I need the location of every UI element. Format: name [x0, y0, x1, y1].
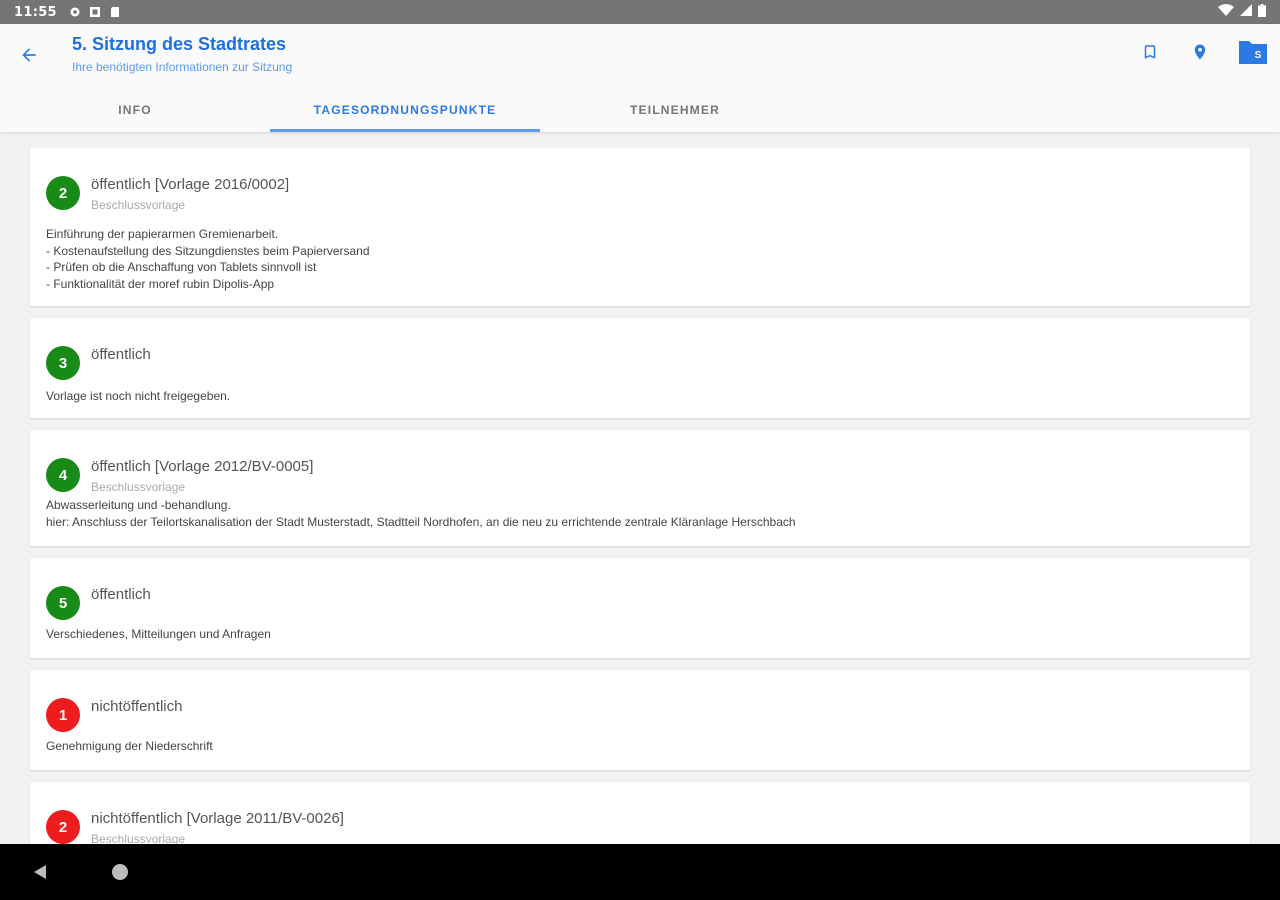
notification-icon: [89, 6, 101, 18]
agenda-item[interactable]: 3 öffentlich Vorlage ist noch nicht frei…: [30, 318, 1250, 418]
folder-badge-letter: S: [1254, 49, 1262, 61]
tab-bar: INFO TAGESORDNUNGSPUNKTE TEILNEHMER: [0, 88, 1280, 132]
page-title: 5. Sitzung des Stadtrates: [72, 34, 287, 54]
agenda-item-description: Vorlage ist noch nicht freigegeben.: [46, 389, 231, 403]
agenda-item-title: nichtöffentlich [Vorlage 2011/BV-0026]: [91, 810, 344, 827]
arrow-back-icon: [22, 48, 36, 62]
agenda-item-title: nichtöffentlich: [91, 698, 183, 715]
wifi-icon: [1218, 4, 1234, 20]
folder-icon: [1239, 41, 1267, 64]
agenda-item[interactable]: 2 nichtöffentlich [Vorlage 2011/BV-0026]…: [30, 782, 1250, 844]
agenda-number-badge: 2: [46, 810, 80, 844]
agenda-item[interactable]: 2 öffentlich [Vorlage 2016/0002] Beschlu…: [30, 148, 1250, 306]
agenda-item-title: öffentlich: [91, 346, 151, 363]
agenda-number-badge: 4: [46, 458, 80, 492]
agenda-list: 2 öffentlich [Vorlage 2016/0002] Beschlu…: [0, 132, 1280, 844]
location-button[interactable]: [1186, 38, 1214, 66]
documents-folder-button[interactable]: S: [1236, 38, 1270, 66]
agenda-item-type: Beschlussvorlage: [91, 832, 186, 844]
agenda-item[interactable]: 1 nichtöffentlich Genehmigung der Nieder…: [30, 670, 1250, 770]
agenda-number-badge: 5: [46, 586, 80, 620]
tab-teilnehmer[interactable]: TEILNEHMER: [540, 88, 810, 132]
agenda-item[interactable]: 5 öffentlich Verschiedenes, Mitteilungen…: [30, 558, 1250, 658]
agenda-item-description: Abwasserleitung und -behandlung. hier: A…: [46, 498, 796, 529]
system-nav-bar: [0, 844, 1280, 900]
nav-home-button[interactable]: [112, 864, 128, 880]
tab-tagesordnungspunkte[interactable]: TAGESORDNUNGSPUNKTE: [270, 88, 540, 132]
agenda-item-title: öffentlich: [91, 586, 151, 603]
agenda-item-type: Beschlussvorlage: [91, 480, 186, 494]
agenda-number-badge: 3: [46, 346, 80, 380]
status-time: 11:55: [14, 4, 57, 20]
battery-icon: [1258, 3, 1266, 21]
back-button[interactable]: [14, 40, 44, 70]
agenda-number-badge: 1: [46, 698, 80, 732]
agenda-item-type: Beschlussvorlage: [91, 198, 186, 212]
location-pin-icon: [1194, 44, 1206, 60]
agenda-item-title: öffentlich [Vorlage 2012/BV-0005]: [91, 458, 314, 475]
agenda-number-badge: 2: [46, 176, 80, 210]
signal-icon: [1240, 4, 1252, 20]
status-bar: 11:55: [0, 0, 1280, 24]
agenda-item-title: öffentlich [Vorlage 2016/0002]: [91, 176, 290, 193]
agenda-item-description: Einführung der papierarmen Gremienarbeit…: [46, 227, 370, 291]
agenda-item-description: Verschiedenes, Mitteilungen und Anfragen: [46, 627, 271, 641]
triangle-back-icon: [34, 865, 46, 879]
app-bar: 5. Sitzung des Stadtrates Ihre benötigte…: [0, 24, 1280, 132]
sd-card-icon: [109, 6, 121, 18]
bookmark-button[interactable]: [1136, 38, 1164, 66]
agenda-item[interactable]: 4 öffentlich [Vorlage 2012/BV-0005] Besc…: [30, 430, 1250, 546]
tab-info[interactable]: INFO: [0, 88, 270, 132]
settings-icon: [69, 6, 81, 18]
page-subtitle: Ihre benötigten Informationen zur Sitzun…: [72, 60, 293, 74]
nav-back-button[interactable]: [32, 864, 48, 885]
agenda-item-description: Genehmigung der Niederschrift: [46, 739, 213, 753]
bookmark-icon: [1144, 45, 1156, 59]
